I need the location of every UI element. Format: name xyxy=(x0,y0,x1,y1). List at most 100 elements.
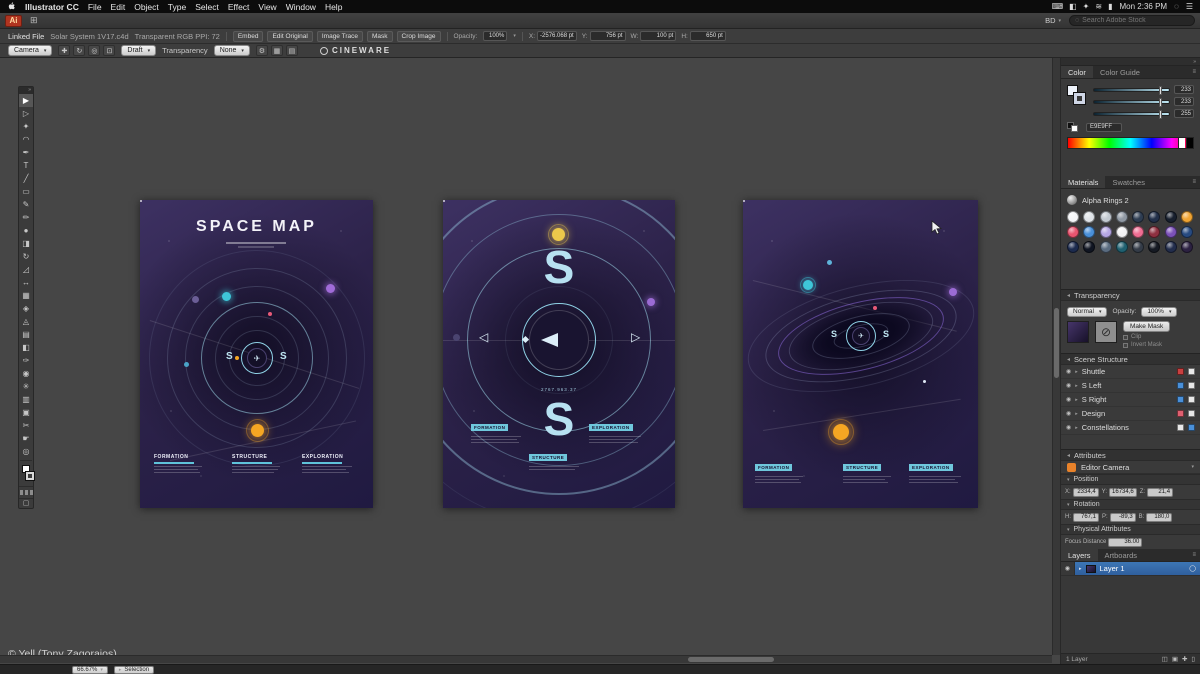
artboard-poster-right[interactable]: ✈ S S FORMATION STRUCTURE EXPLORATION xyxy=(743,200,978,508)
black-swatch[interactable] xyxy=(1186,138,1193,148)
eyedropper-tool[interactable]: ✑ xyxy=(19,354,33,367)
tab-color-guide[interactable]: Color Guide xyxy=(1093,66,1147,78)
slider-track[interactable] xyxy=(1093,97,1170,107)
menubar-item[interactable]: Effect xyxy=(228,2,250,12)
arrange-documents-icon[interactable]: ⊞ xyxy=(30,15,38,26)
width-tool[interactable]: ↔ xyxy=(19,276,33,289)
position-input[interactable]: 16734,6 xyxy=(1109,487,1137,497)
slider-track[interactable] xyxy=(1093,85,1170,95)
eraser-tool[interactable]: ◨ xyxy=(19,237,33,250)
camera-tool-icon[interactable]: ✚ xyxy=(58,45,71,56)
visibility-icon[interactable]: ◉ xyxy=(1066,368,1071,375)
artboard-poster-center[interactable]: S S 2767.963.37 ◁ ▷ FORMATION EXPLORATIO… xyxy=(443,200,675,508)
tab-artboards[interactable]: Artboards xyxy=(1098,549,1145,561)
shape-builder-tool[interactable]: ◈ xyxy=(19,302,33,315)
material-swatch[interactable] xyxy=(1067,226,1079,238)
drawing-modes[interactable] xyxy=(19,486,33,498)
screen-mode-button[interactable]: ▢ xyxy=(19,498,33,508)
keyboard-icon[interactable]: ⌨ xyxy=(1052,2,1064,11)
mask-thumbnail[interactable]: ⊘ xyxy=(1095,321,1117,343)
slider-value-field[interactable]: 233 xyxy=(1174,85,1194,94)
expand-icon[interactable]: ▸ xyxy=(1075,369,1078,375)
symbol-sprayer-tool[interactable]: ✳ xyxy=(19,380,33,393)
panel-menu-icon[interactable]: ≡ xyxy=(1188,176,1200,188)
visibility-icon[interactable]: ◉ xyxy=(1066,396,1071,403)
lasso-tool[interactable]: ◠ xyxy=(19,133,33,146)
color-slider[interactable]: 233 xyxy=(1093,85,1194,95)
fill-stroke-control[interactable] xyxy=(20,460,35,484)
free-transform-tool[interactable]: ▦ xyxy=(19,289,33,302)
delete-layer-icon[interactable]: ▯ xyxy=(1191,655,1195,663)
transform-input[interactable]: 100 pt xyxy=(640,31,677,41)
search-input[interactable] xyxy=(1082,17,1183,24)
color-spectrum[interactable] xyxy=(1067,137,1194,149)
fill-stroke-indicator[interactable] xyxy=(1067,85,1087,109)
material-swatch[interactable] xyxy=(1099,241,1112,253)
artboard-tool[interactable]: ▣ xyxy=(19,406,33,419)
chevron-down-icon[interactable]: ▾ xyxy=(100,667,103,673)
material-swatch[interactable] xyxy=(1148,241,1161,253)
camera-tool-icon[interactable]: ◎ xyxy=(88,45,101,56)
material-swatch[interactable] xyxy=(1115,211,1128,223)
tab-layers[interactable]: Layers xyxy=(1061,549,1098,561)
magic-wand-tool[interactable]: ✦ xyxy=(19,120,33,133)
battery-icon[interactable]: ▮ xyxy=(1108,2,1112,11)
tab-color[interactable]: Color xyxy=(1061,66,1093,78)
tab-swatches[interactable]: Swatches xyxy=(1105,176,1152,188)
slider-value-field[interactable]: 233 xyxy=(1174,97,1194,106)
menubar-item[interactable]: Help xyxy=(325,2,342,12)
position-group-header[interactable]: ▾ Position xyxy=(1061,474,1200,485)
attributes-panel-header[interactable]: ◂ Attributes xyxy=(1061,449,1200,461)
opacity-field[interactable]: 100% xyxy=(483,31,508,41)
material-swatch[interactable] xyxy=(1099,226,1112,238)
menubar-item[interactable]: File xyxy=(88,2,102,12)
chevron-down-icon[interactable]: ▾ xyxy=(1191,464,1194,470)
menubar-item[interactable]: Window xyxy=(286,2,316,12)
white-swatch[interactable] xyxy=(1178,138,1185,148)
layer-visibility-icon[interactable]: ◉ xyxy=(1061,562,1075,575)
layer-target-icon[interactable]: ◯ xyxy=(1189,565,1196,572)
expand-icon[interactable]: ▸ xyxy=(1075,397,1078,403)
scene-object-row[interactable]: ◉ ▸ Constellations xyxy=(1061,421,1200,435)
camera-tool-icon[interactable]: ↻ xyxy=(73,45,86,56)
layer-row[interactable]: ◉ ▸ Layer 1 ◯ xyxy=(1061,562,1200,576)
scene-object-row[interactable]: ◉ ▸ S Left xyxy=(1061,379,1200,393)
material-swatch[interactable] xyxy=(1148,226,1161,238)
notification-center-icon[interactable]: ☰ xyxy=(1186,2,1193,11)
chevron-down-icon[interactable]: ▾ xyxy=(513,33,516,39)
material-swatch[interactable] xyxy=(1180,211,1193,223)
paintbrush-tool[interactable]: ✎ xyxy=(19,198,33,211)
color-slider[interactable]: 233 xyxy=(1093,97,1194,107)
transparency-select[interactable]: None ▾ xyxy=(213,45,250,56)
new-sublayer-icon[interactable]: ▣ xyxy=(1172,655,1178,663)
slider-value-field[interactable]: 255 xyxy=(1174,109,1194,118)
material-swatch[interactable] xyxy=(1115,241,1128,253)
scene-structure-header[interactable]: ◂ Scene Structure xyxy=(1061,353,1200,365)
collapse-panels-icon[interactable]: » xyxy=(1193,59,1196,65)
position-input[interactable]: 21,4 xyxy=(1147,487,1174,497)
color-slider[interactable]: 255 xyxy=(1093,109,1194,119)
control-button[interactable]: Crop Image xyxy=(396,30,441,42)
zoom-control[interactable]: 66.67% ▾ xyxy=(72,665,108,674)
material-swatch[interactable] xyxy=(1067,241,1079,253)
material-swatch[interactable] xyxy=(1132,211,1144,223)
stroke-swatch[interactable] xyxy=(1073,92,1086,105)
perspective-grid-tool[interactable]: ◬ xyxy=(19,315,33,328)
rotation-group-header[interactable]: ▾ Rotation xyxy=(1061,499,1200,510)
vertical-scrollbar-thumb[interactable] xyxy=(1054,308,1059,378)
tab-materials[interactable]: Materials xyxy=(1061,176,1106,188)
camera-select[interactable]: Camera ▾ xyxy=(8,45,53,56)
material-swatch[interactable] xyxy=(1115,226,1128,238)
editor-camera-row[interactable]: Editor Camera ▾ xyxy=(1061,461,1200,474)
workspace-switcher[interactable]: BD ▾ xyxy=(1045,16,1061,25)
render-option-icon[interactable]: ▦ xyxy=(270,45,283,56)
menubar-app-name[interactable]: Illustrator CC xyxy=(25,2,79,12)
line-segment-tool[interactable]: ╱ xyxy=(19,172,33,185)
expand-icon[interactable]: ▸ xyxy=(1079,566,1082,572)
hand-tool[interactable]: ☛ xyxy=(19,432,33,445)
material-swatch[interactable] xyxy=(1148,211,1161,223)
default-colors-icon[interactable] xyxy=(1067,122,1081,132)
vertical-scrollbar[interactable] xyxy=(1052,58,1060,655)
disclosure-icon[interactable]: ▾ xyxy=(1067,477,1070,483)
opacity-select[interactable]: 100% ▾ xyxy=(1141,306,1178,317)
